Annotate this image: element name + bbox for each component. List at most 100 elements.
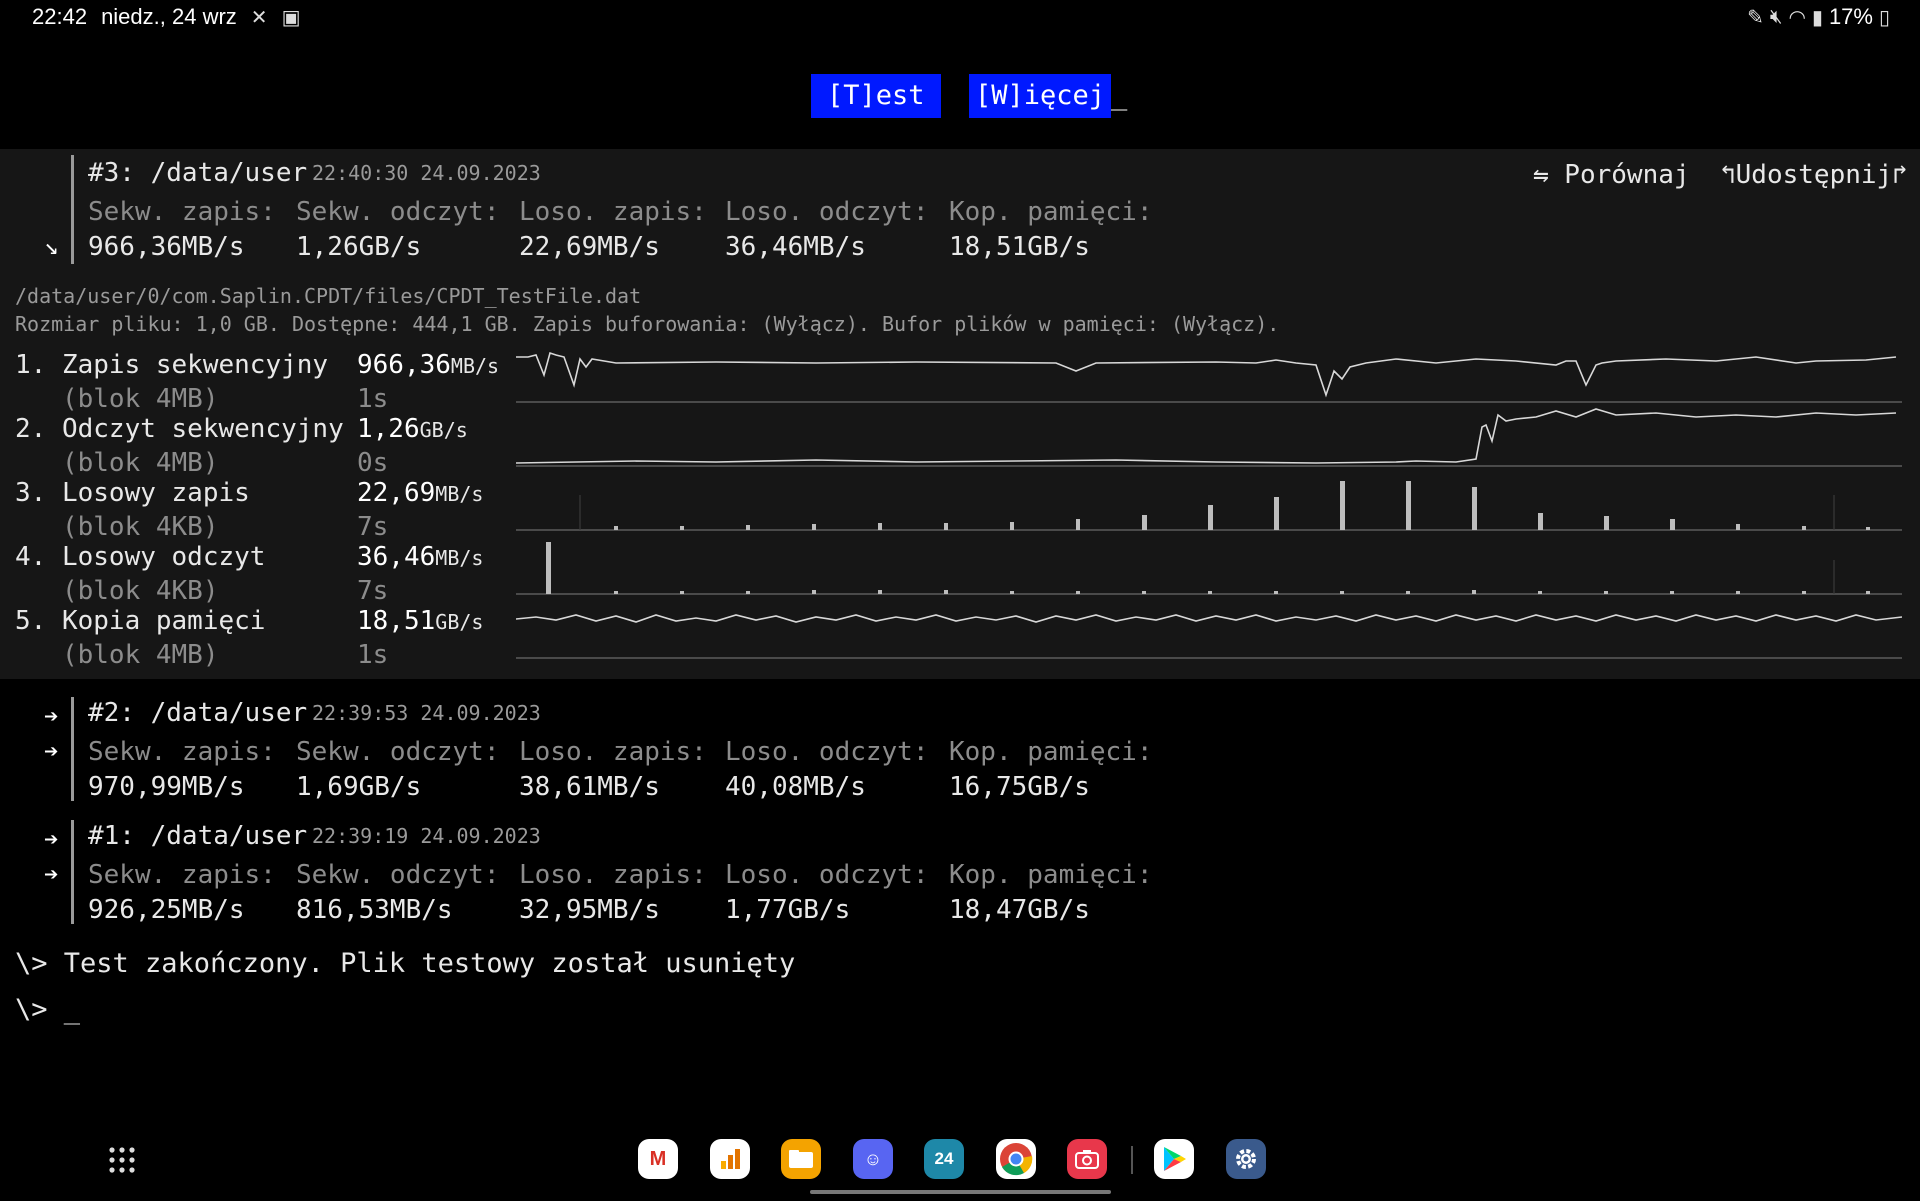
value-mem-copy: 18,51GB/s [949,232,1090,262]
battery-level: 17% [1828,4,1873,29]
label-seq-read: Sekw. odczyt: [296,860,500,890]
calendar-icon[interactable]: 24 [924,1139,964,1179]
result-title[interactable]: #3: /data/user [88,158,307,188]
test-value: 36,46 [357,542,436,572]
test-unit: GB/s [435,610,484,634]
gallery-icon: ▣ [281,6,301,29]
test-duration: 1s [357,640,389,670]
test-result-5: 18,51GB/s 1s [357,606,483,670]
discord-icon[interactable]: ☺ [853,1139,893,1179]
test-result-1: 966,36MB/s 1s [357,350,499,414]
label-seq-write: Sekw. zapis: [88,860,276,890]
value-rand-read: 40,08MB/s [725,772,866,802]
label-rand-write: Loso. zapis: [519,860,707,890]
test-value: 966,36 [357,350,451,380]
gmail-icon[interactable]: M [638,1139,678,1179]
label-seq-write: Sekw. zapis: [88,197,276,227]
test-value: 22,69 [357,478,436,508]
value-mem-copy: 18,47GB/s [949,895,1090,925]
test-name: 1. Zapis sekwencyjny [15,350,329,380]
test-file-info: Rozmiar pliku: 1,0 GB. Dostępne: 444,1 G… [15,312,1280,336]
battery-icon: ▯ [1878,6,1890,29]
test-button[interactable]: [T]est [811,74,941,118]
test-row-2: 2. Odczyt sekwencyjny (blok 4MB) [15,414,344,478]
expand-arrow-icon[interactable]: ➔ [44,860,58,888]
test-unit: GB/s [419,418,468,442]
test-duration: 7s [357,576,389,606]
camera-icon[interactable] [1067,1139,1107,1179]
home-gesture-bar[interactable] [810,1190,1111,1194]
expand-arrow-icon[interactable]: ➔ [44,737,58,765]
console-line-status: \> Test zakończony. Plik testowy został … [15,948,796,979]
test-row-3: 3. Losowy zapis (blok 4KB) [15,478,250,542]
test-row-4: 4. Losowy odczyt (blok 4KB) [15,542,265,606]
test-value: 1,26 [357,414,420,444]
test-block: (blok 4KB) [15,576,219,606]
test-block: (blok 4MB) [15,384,219,414]
test-unit: MB/s [450,354,500,378]
seq-write-graph [516,351,1897,398]
signal-icon: ▮ [1811,6,1823,29]
mute-icon: 🔇︎ [1769,5,1783,28]
label-rand-read: Loso. odczyt: [725,860,929,890]
result-timestamp: 22:39:53 24.09.2023 [312,701,541,725]
dock-divider [1131,1146,1133,1174]
test-name: 4. Losowy odczyt [15,542,266,572]
value-mem-copy: 16,75GB/s [949,772,1090,802]
label-rand-write: Loso. zapis: [519,737,707,767]
analytics-icon[interactable] [710,1139,750,1179]
value-seq-write: 970,99MB/s [88,772,245,802]
test-row-1: 1. Zapis sekwencyjny (blok 4MB) [15,350,328,414]
app-drawer-icon[interactable] [108,1146,136,1174]
status-bar-left: 22:42 niedz., 24 wrz ✕ ▣ [32,4,300,30]
test-name: 2. Odczyt sekwencyjny [15,414,344,444]
result-timestamp: 22:40:30 24.09.2023 [312,161,541,185]
test-duration: 1s [357,384,389,414]
calendar-day: 24 [934,1149,954,1168]
prompt-cursor: _ [1111,80,1128,111]
value-rand-read: 1,77GB/s [725,895,851,925]
share-button[interactable]: ↰Udostępnij↱ [1720,160,1908,190]
label-mem-copy: Kop. pamięci: [949,737,1153,767]
label-mem-copy: Kop. pamięci: [949,860,1153,890]
seq-read-graph [516,408,1897,464]
value-seq-write: 966,36MB/s [88,232,245,262]
console-prompt[interactable]: \> _ [15,994,80,1025]
pen-icon: ✎ [1747,6,1764,29]
date: niedz., 24 wrz [101,4,237,29]
files-icon[interactable] [781,1139,821,1179]
value-seq-read: 1,26GB/s [296,232,422,262]
result-title[interactable]: #2: /data/user [88,698,307,728]
test-duration: 0s [357,448,389,478]
test-result-3: 22,69MB/s 7s [357,478,483,542]
mem-copy-graph [516,614,1902,623]
status-bar-right: ✎ 🔇︎ ◠ ▮ 17% ▯ [1747,4,1890,30]
test-unit: MB/s [435,482,484,506]
result-timestamp: 22:39:19 24.09.2023 [312,824,541,848]
test-unit: MB/s [435,546,484,570]
test-result-2: 1,26GB/s 0s [357,414,468,478]
clock: 22:42 [32,4,88,29]
expand-arrow-icon[interactable]: ➔ [44,825,58,853]
compare-button[interactable]: ⇋ Porównaj [1533,160,1690,190]
result-divider [71,820,74,924]
collapse-arrow-icon[interactable]: ↘ [44,232,58,260]
value-rand-write: 32,95MB/s [519,895,660,925]
label-seq-read: Sekw. odczyt: [296,737,500,767]
test-value: 18,51 [357,606,436,636]
play-store-icon[interactable] [1154,1139,1194,1179]
test-result-4: 36,46MB/s 7s [357,542,483,606]
result-title[interactable]: #1: /data/user [88,821,307,851]
value-rand-write: 22,69MB/s [519,232,660,262]
more-button[interactable]: [W]ięcej [969,74,1112,118]
test-block: (blok 4KB) [15,512,219,542]
label-rand-write: Loso. zapis: [519,197,707,227]
chrome-icon[interactable] [996,1139,1036,1179]
expand-arrow-icon[interactable]: ➔ [44,702,58,730]
test-block: (blok 4MB) [15,640,219,670]
value-rand-write: 38,61MB/s [519,772,660,802]
settings-icon[interactable] [1226,1139,1266,1179]
label-seq-read: Sekw. odczyt: [296,197,500,227]
wifi-icon: ◠ [1788,6,1806,29]
result-divider [71,155,74,264]
